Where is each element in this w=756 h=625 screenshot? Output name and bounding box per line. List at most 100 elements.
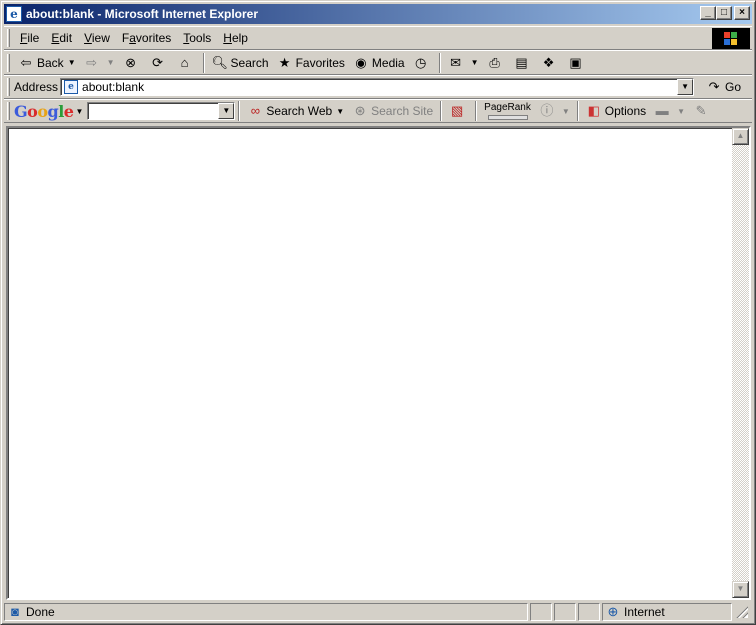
google-letter: g <box>47 101 59 121</box>
page-status-icon: ◙ <box>11 604 19 619</box>
toolbar-separator <box>440 101 443 121</box>
discuss-button[interactable]: ❖ <box>537 52 564 74</box>
highlight-button[interactable]: ✎ <box>689 100 716 122</box>
status-pane-progress <box>530 603 552 621</box>
options-button[interactable]: ◧ Options <box>582 100 650 122</box>
menu-bar: File Edit View Favorites Tools Help <box>4 26 752 50</box>
print-button[interactable]: ⎙ <box>483 52 510 74</box>
toolbar-separator <box>438 52 441 73</box>
forward-button[interactable]: ⇨ ▼ <box>80 52 119 74</box>
menu-view-label: iew <box>91 31 110 45</box>
search-site-button[interactable]: ⊛ Search Site <box>348 100 437 122</box>
scroll-down-button[interactable]: ▼ <box>732 581 749 598</box>
go-button[interactable]: ↷ Go <box>706 79 741 95</box>
status-pane-security <box>554 603 576 621</box>
ie-icon[interactable]: e <box>6 6 22 22</box>
mail-button[interactable]: ✉ ▼ <box>444 52 483 74</box>
toolbar-separator <box>576 101 579 121</box>
zone-pane[interactable]: ⊕ Internet <box>602 603 732 621</box>
resize-grip[interactable] <box>736 606 748 618</box>
mail-icon: ✉ <box>450 54 462 70</box>
edit-button[interactable]: ▤ <box>510 52 537 74</box>
search-button[interactable]: 🔍︎ Search <box>208 52 273 74</box>
messenger-button[interactable]: ▣ <box>564 52 591 74</box>
windows-flag-icon <box>724 31 738 46</box>
folder-icon: ▬ <box>655 103 669 118</box>
refresh-button[interactable]: ⟳ <box>146 52 173 74</box>
menu-file[interactable]: File <box>14 31 45 45</box>
address-dropdown-button[interactable]: ▼ <box>677 79 694 95</box>
status-bar: ◙ Done ⊕ Internet <box>4 602 754 622</box>
chevron-down-icon[interactable]: ▼ <box>677 107 685 116</box>
menu-help-label: elp <box>231 31 248 45</box>
status-text-pane: ◙ Done <box>4 603 528 621</box>
pagerank-label: PageRank <box>484 101 531 113</box>
menu-favorites-label: vorites <box>135 31 172 45</box>
menu-edit-label: dit <box>59 31 73 45</box>
menu-view-accel: V <box>84 31 92 45</box>
vertical-scrollbar[interactable]: ▲ ▼ <box>732 128 749 598</box>
menu-view[interactable]: View <box>78 31 116 45</box>
google-letter: G <box>14 101 28 121</box>
news-button[interactable]: ▧ <box>445 100 472 122</box>
toolbar-grip[interactable] <box>7 53 10 72</box>
history-button[interactable]: ◷ <box>409 52 436 74</box>
maximize-button[interactable]: □ <box>716 6 732 20</box>
chevron-down-icon[interactable]: ▼ <box>562 107 570 116</box>
messenger-icon: ▣ <box>569 54 582 70</box>
page-content-area[interactable]: ▲ ▼ <box>6 126 751 600</box>
address-label: Address <box>14 80 59 94</box>
chevron-down-icon[interactable]: ▼ <box>336 107 344 116</box>
toolbar-separator <box>475 101 478 121</box>
menu-favorites-accel: a <box>129 31 136 45</box>
chevron-down-icon[interactable]: ▼ <box>75 107 83 116</box>
close-button[interactable]: × <box>734 6 750 20</box>
toolbar-grip[interactable] <box>7 29 10 47</box>
home-button[interactable]: ⌂ <box>173 52 200 74</box>
menu-tools-label: ools <box>189 31 212 45</box>
up-folder-button[interactable]: ▬ ▼ <box>650 100 689 122</box>
zone-label: Internet <box>624 605 665 619</box>
title-bar[interactable]: e about:blank - Microsoft Internet Explo… <box>4 4 752 24</box>
scroll-up-button[interactable]: ▲ <box>732 128 749 145</box>
go-arrow-icon: ↷ <box>708 79 720 94</box>
google-letter: o <box>37 101 48 121</box>
media-button[interactable]: ◉ Media <box>349 52 409 74</box>
window-title: about:blank - Microsoft Internet Explore… <box>26 7 259 21</box>
toolbar-separator <box>202 52 205 73</box>
back-arrow-icon: ⇦ <box>20 54 32 70</box>
minimize-button[interactable]: _ <box>700 6 716 20</box>
menu-favorites[interactable]: Favorites <box>116 31 177 45</box>
address-value[interactable]: about:blank <box>82 80 144 94</box>
page-info-button[interactable]: ⓘ ▼ <box>535 100 574 122</box>
toolbar-grip[interactable] <box>7 78 10 96</box>
discuss-icon: ❖ <box>542 54 555 70</box>
google-search-dropdown-button[interactable]: ▼ <box>218 103 235 119</box>
stop-button[interactable]: ⊗ <box>119 52 146 74</box>
media-label: Media <box>371 55 405 70</box>
google-logo[interactable]: Google <box>14 101 74 121</box>
edit-document-icon: ▤ <box>515 54 528 70</box>
search-web-button[interactable]: ∞ Search Web ▼ <box>243 100 348 122</box>
menu-file-label: ile <box>27 31 40 45</box>
chevron-down-icon[interactable]: ▼ <box>471 58 479 67</box>
menu-help[interactable]: Help <box>217 31 254 45</box>
highlighter-icon: ✎ <box>695 103 707 118</box>
toolbar-grip[interactable] <box>7 102 10 120</box>
window-controls: _ □ × <box>700 6 750 20</box>
page-icon: e <box>64 80 79 94</box>
address-input[interactable]: e about:blank ▼ <box>60 78 695 96</box>
google-toolbar: Google ▼ ▼ ∞ Search Web ▼ ⊛ Search Site … <box>4 99 752 123</box>
pagerank-indicator[interactable]: PageRank <box>484 101 531 120</box>
menu-edit[interactable]: Edit <box>45 31 78 45</box>
chevron-down-icon[interactable]: ▼ <box>68 58 76 67</box>
menu-tools[interactable]: Tools <box>177 31 217 45</box>
go-label: Go <box>725 80 742 94</box>
news-icon: ▧ <box>451 103 464 118</box>
favorites-button[interactable]: ★ Favorites <box>273 52 349 74</box>
google-search-input[interactable]: ▼ <box>87 102 236 120</box>
back-button[interactable]: ⇦ Back ▼ <box>14 52 80 74</box>
chevron-down-icon[interactable]: ▼ <box>107 58 115 67</box>
refresh-icon: ⟳ <box>152 54 163 70</box>
standard-toolbar: ⇦ Back ▼ ⇨ ▼ ⊗ ⟳ ⌂ 🔍︎ Search ★ Favorites… <box>4 50 752 75</box>
